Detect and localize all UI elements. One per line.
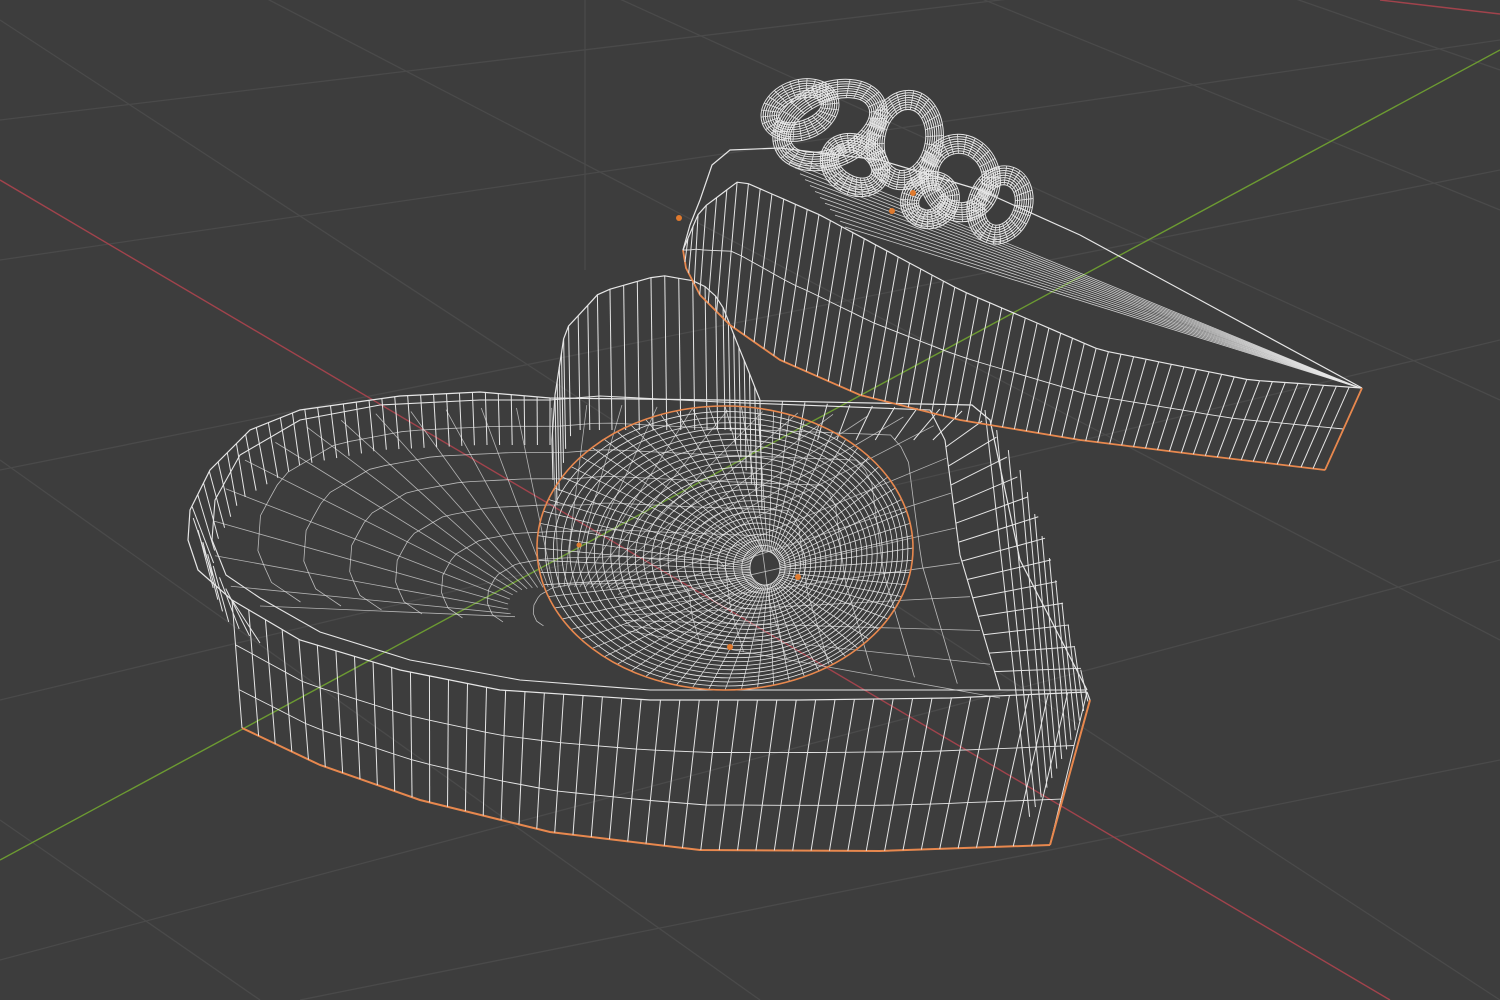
- cushion-origin-dot-2: [727, 644, 733, 650]
- cushion-origin-dot-3: [576, 542, 582, 548]
- 3d-viewport[interactable]: [0, 0, 1500, 1000]
- bow-origin-dot-2: [889, 208, 895, 214]
- cushion-origin-dot: [795, 574, 801, 580]
- bow-origin-dot: [910, 190, 916, 196]
- lid-origin-dot: [676, 215, 682, 221]
